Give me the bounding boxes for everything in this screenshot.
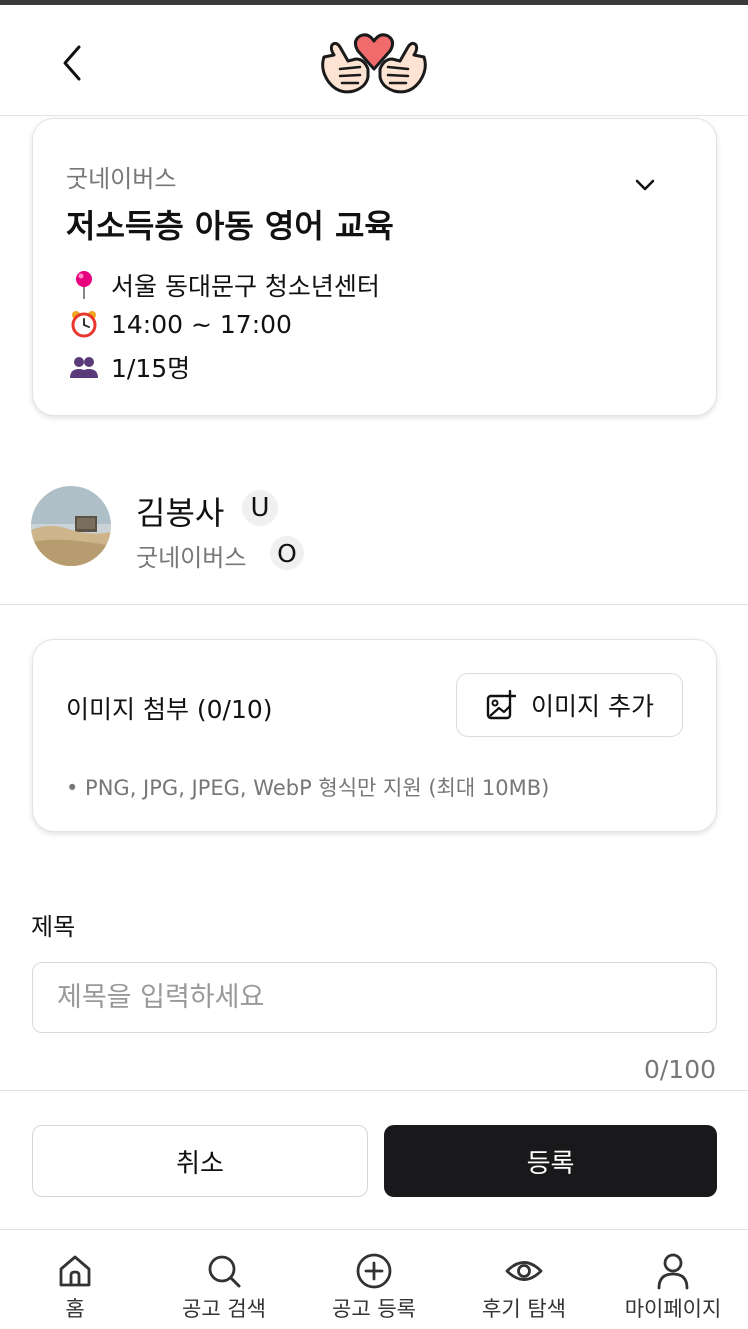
activity-location-row: 서울 동대문구 청소년센터: [69, 267, 380, 303]
action-bar: 취소 등록: [0, 1090, 748, 1230]
user-name: 김봉사: [136, 494, 225, 532]
chevron-down-icon: [635, 179, 655, 191]
activity-org: 굿네이버스: [66, 165, 177, 193]
search-icon: [204, 1251, 244, 1291]
user-type-badge: U: [242, 490, 278, 526]
nav-label-reviews: 후기 탐색: [482, 1297, 566, 1321]
activity-people-row: 1/15명: [69, 349, 190, 385]
add-image-label: 이미지 추가: [531, 692, 654, 721]
nav-item-home[interactable]: 홈: [0, 1231, 150, 1329]
nav-label-search: 공고 검색: [182, 1297, 266, 1321]
nav-label-register: 공고 등록: [332, 1297, 416, 1321]
alarm-clock-icon: [69, 309, 99, 339]
author-profile: 김봉사 U 굿네이버스 O: [0, 452, 748, 605]
cancel-button[interactable]: 취소: [32, 1125, 368, 1197]
add-image-button[interactable]: 이미지 추가: [456, 673, 683, 737]
eye-icon: [504, 1251, 544, 1291]
bottom-nav: 홈 공고 검색 공고 등록 후기 탐색 마이페이지: [0, 1231, 748, 1329]
user-icon: [653, 1251, 693, 1291]
people-icon: [69, 352, 99, 382]
plus-circle-icon: [354, 1251, 394, 1291]
add-image-icon: [485, 689, 517, 721]
attachment-note: • PNG, JPG, JPEG, WebP 형식만 지원 (최대 10MB): [66, 776, 550, 800]
nav-label-home: 홈: [65, 1297, 85, 1321]
nav-item-mypage[interactable]: 마이페이지: [598, 1231, 748, 1329]
expand-button[interactable]: [629, 171, 661, 199]
nav-item-search[interactable]: 공고 검색: [149, 1231, 299, 1329]
back-button[interactable]: [50, 39, 94, 87]
title-label: 제목: [31, 913, 76, 941]
user-org: 굿네이버스: [136, 544, 247, 572]
submit-button[interactable]: 등록: [384, 1125, 717, 1197]
title-char-count: 0/100: [643, 1055, 716, 1084]
nav-item-reviews[interactable]: 후기 탐색: [449, 1231, 599, 1329]
activity-title: 저소득층 아동 영어 교육: [66, 207, 394, 245]
nav-item-register[interactable]: 공고 등록: [299, 1231, 449, 1329]
activity-people: 1/15명: [111, 354, 191, 383]
activity-time: 14:00 ~ 17:00: [111, 309, 292, 339]
nav-label-mypage: 마이페이지: [624, 1297, 722, 1321]
app-header: [0, 5, 748, 116]
image-attachment-card: 이미지 첨부 (0/10) 이미지 추가 • PNG, JPG, JPEG, W…: [32, 639, 717, 832]
activity-location: 서울 동대문구 청소년센터: [111, 272, 380, 301]
avatar[interactable]: [31, 486, 111, 566]
pin-icon: [69, 270, 99, 300]
chevron-left-icon: [63, 45, 81, 81]
activity-time-row: 14:00 ~ 17:00: [69, 309, 292, 339]
attachment-title: 이미지 첨부 (0/10): [66, 695, 273, 724]
activity-summary-card[interactable]: 굿네이버스 저소득층 아동 영어 교육 서울 동대문구 청소년센터 14:00 …: [32, 118, 717, 416]
home-icon: [55, 1251, 95, 1291]
review-write-page: 굿네이버스 저소득층 아동 영어 교육 서울 동대문구 청소년센터 14:00 …: [0, 0, 748, 1329]
org-type-badge: O: [270, 536, 304, 570]
heart-hands-logo-icon[interactable]: [318, 29, 430, 101]
title-input[interactable]: [32, 962, 717, 1033]
